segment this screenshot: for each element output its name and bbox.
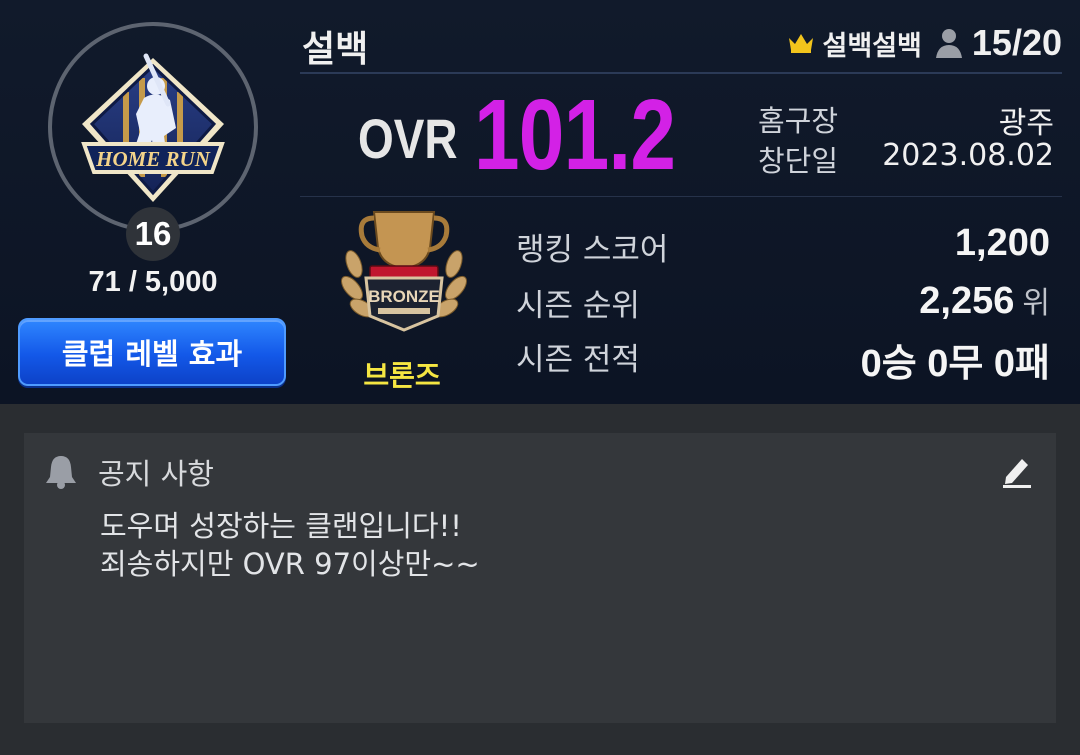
club-name: 설백 — [302, 29, 369, 70]
club-master-info: 설백설백 15/20 — [787, 22, 1062, 64]
ranking-score-value: 1,200 — [954, 222, 1050, 264]
season-record-label: 시즌 전적 — [516, 342, 640, 378]
club-exp-text: 71 / 5,000 — [88, 266, 218, 298]
club-level-badge: 16 — [126, 207, 180, 261]
ovr-value: 101.2 — [474, 79, 676, 191]
tier-name: 브론즈 — [363, 359, 441, 392]
person-icon — [935, 29, 962, 58]
founded-date-label: 창단일 — [758, 144, 839, 178]
club-emblem-icon: HOME RUN — [81, 53, 225, 202]
divider — [300, 196, 1062, 197]
season-rank-value: 2,256 — [919, 280, 1015, 322]
notice-content: 도우며 성장하는 클랜입니다!! 죄송하지만 OVR 97이상만~~ — [100, 507, 480, 583]
member-count: 15/20 — [971, 22, 1062, 63]
ovr-label: OVR — [358, 107, 458, 170]
notice-title: 공지 사항 — [98, 457, 214, 491]
home-stadium-label: 홈구장 — [758, 104, 839, 138]
bronze-tier-icon: BRONZE — [341, 211, 467, 332]
ranking-score-label: 랭킹 스코어 — [516, 232, 669, 268]
tier-emblem-text: BRONZE — [368, 287, 440, 306]
club-level-effect-button[interactable]: 클럽 레벨 효과 — [18, 318, 286, 386]
club-master-name: 설백설백 — [822, 30, 922, 62]
divider — [300, 72, 1062, 74]
home-stadium-value: 광주 — [998, 106, 1054, 141]
season-record-value: 0승 0무 0패 — [860, 343, 1050, 385]
crown-icon — [788, 34, 813, 53]
season-rank-unit: 위 — [1022, 286, 1050, 321]
club-info-panel: HOME RUN 16 71 / 5,000 클럽 레벨 효과 설백 설백설백 … — [0, 0, 1080, 404]
season-rank-label: 시즌 순위 — [516, 288, 640, 324]
notice-panel: 공지 사항 도우며 성장하는 클랜입니다!! 죄송하지만 OVR 97이상만~~ — [24, 433, 1056, 723]
founded-date-value: 2023.08.02 — [882, 138, 1054, 173]
season-rank-row: 2,256 위 — [919, 278, 1050, 323]
notice-line: 도우며 성장하는 클랜입니다!! — [100, 509, 462, 543]
bell-icon — [46, 456, 76, 489]
notice-line: 죄송하지만 OVR 97이상만~~ — [100, 547, 480, 581]
pencil-icon[interactable] — [1000, 453, 1034, 489]
club-emblem-text: HOME RUN — [95, 147, 211, 171]
